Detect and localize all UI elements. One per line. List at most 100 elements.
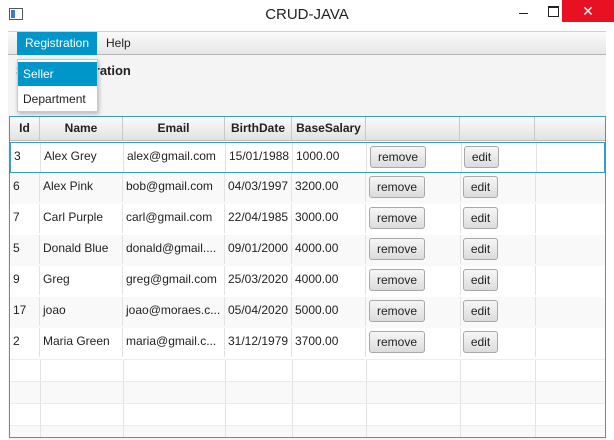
cell-basesalary: 5000.00 — [292, 297, 366, 326]
column-divider — [460, 173, 461, 202]
table-row[interactable]: 2 Maria Green maria@gmail.c... 31/12/1979 37… — [10, 328, 605, 359]
remove-button[interactable]: remove — [369, 176, 425, 198]
column-header-edit[interactable] — [460, 117, 535, 140]
edit-button[interactable]: edit — [464, 146, 499, 168]
cell-birthdate: 22/04/1985 — [225, 204, 292, 233]
cell-birthdate: 25/03/2020 — [225, 266, 292, 295]
remove-button[interactable]: remove — [369, 238, 425, 260]
cell-email: bob@gmail.com — [123, 173, 225, 202]
table-row[interactable]: 7 Carl Purple carl@gmail.com 22/04/1985 3000… — [10, 204, 605, 235]
column-header-name[interactable]: Name — [40, 117, 123, 140]
column-header-filler — [535, 117, 605, 140]
column-divider — [535, 173, 536, 202]
menu-item-seller[interactable]: Seller — [18, 62, 97, 86]
minimize-icon — [518, 13, 528, 15]
registration-dropdown: Seller Department — [17, 59, 98, 112]
close-icon: ✕ — [582, 3, 594, 19]
cell-name: joao — [40, 297, 123, 326]
column-divider — [225, 360, 226, 382]
column-divider — [460, 360, 461, 382]
column-divider — [535, 360, 536, 382]
cell-id: 7 — [10, 204, 40, 233]
column-header-email[interactable]: Email — [123, 117, 225, 140]
column-divider — [366, 404, 367, 426]
cell-name: Greg — [40, 266, 123, 295]
cell-basesalary: 1000.00 — [293, 143, 367, 172]
column-divider — [535, 328, 536, 357]
table-row[interactable]: 3 Alex Grey alex@gmail.com 15/01/1988 1000.0… — [10, 142, 605, 173]
column-divider — [460, 204, 461, 233]
column-divider — [535, 297, 536, 326]
edit-button[interactable]: edit — [463, 269, 498, 291]
cell-basesalary: 3700.00 — [292, 328, 366, 357]
column-header-birthdate[interactable]: BirthDate — [225, 117, 292, 140]
maximize-icon — [547, 6, 559, 18]
column-divider — [536, 143, 537, 172]
close-button[interactable]: ✕ — [562, 0, 614, 22]
column-header-basesalary[interactable]: BaseSalary — [292, 117, 366, 140]
remove-button[interactable]: remove — [370, 146, 426, 168]
remove-button[interactable]: remove — [369, 207, 425, 229]
cell-basesalary: 4000.00 — [292, 266, 366, 295]
cell-id: 5 — [10, 235, 40, 264]
column-divider — [535, 266, 536, 295]
cell-basesalary: 4000.00 — [292, 235, 366, 264]
menu-registration[interactable]: Registration — [17, 32, 97, 55]
cell-name: Donald Blue — [40, 235, 123, 264]
remove-button[interactable]: remove — [369, 331, 425, 353]
table-row[interactable]: 6 Alex Pink bob@gmail.com 04/03/1997 3200.00… — [10, 173, 605, 204]
cell-email: greg@gmail.com — [123, 266, 225, 295]
table-row[interactable]: 9 Greg greg@gmail.com 25/03/2020 4000.00 remo… — [10, 266, 605, 297]
remove-button[interactable]: remove — [369, 269, 425, 291]
column-header-remove[interactable] — [366, 117, 460, 140]
cell-birthdate: 31/12/1979 — [225, 328, 292, 357]
menu-help[interactable]: Help — [98, 32, 139, 55]
column-divider — [535, 426, 536, 437]
empty-table-row — [10, 425, 605, 437]
cell-birthdate: 09/01/2000 — [225, 235, 292, 264]
cell-email: maria@gmail.c... — [123, 328, 225, 357]
cell-email: alex@gmail.com — [124, 143, 226, 172]
edit-button[interactable]: edit — [463, 238, 498, 260]
column-divider — [292, 404, 293, 426]
column-divider — [40, 360, 41, 382]
edit-button[interactable]: edit — [463, 176, 498, 198]
edit-button[interactable]: edit — [463, 207, 498, 229]
column-divider — [123, 426, 124, 437]
cell-basesalary: 3000.00 — [292, 204, 366, 233]
seller-table[interactable]: Id Name Email BirthDate BaseSalary 3 Alex… — [9, 116, 606, 438]
remove-button[interactable]: remove — [369, 300, 425, 322]
table-row[interactable]: 17 joao joao@moraes.c... 05/04/2020 5000.00 r… — [10, 297, 605, 328]
column-divider — [225, 426, 226, 437]
column-divider — [292, 426, 293, 437]
column-divider — [123, 382, 124, 404]
cell-basesalary: 3200.00 — [292, 173, 366, 202]
column-divider — [535, 382, 536, 404]
cell-name: Alex Pink — [40, 173, 123, 202]
cell-email: donald@gmail.... — [123, 235, 225, 264]
table-row[interactable]: 5 Donald Blue donald@gmail.... 09/01/2000 40… — [10, 235, 605, 266]
cell-id: 9 — [10, 266, 40, 295]
title-bar: CRUD-JAVA ✕ — [0, 0, 614, 30]
column-divider — [366, 382, 367, 404]
cell-birthdate: 05/04/2020 — [225, 297, 292, 326]
column-divider — [535, 235, 536, 264]
column-divider — [40, 426, 41, 437]
column-divider — [460, 328, 461, 357]
column-divider — [460, 266, 461, 295]
column-divider — [366, 360, 367, 382]
edit-button[interactable]: edit — [463, 331, 498, 353]
menu-item-department[interactable]: Department — [18, 87, 97, 111]
column-divider — [40, 382, 41, 404]
column-divider — [460, 404, 461, 426]
cell-id: 17 — [10, 297, 40, 326]
cell-birthdate: 04/03/1997 — [225, 173, 292, 202]
cell-name: Alex Grey — [41, 143, 124, 172]
column-divider — [535, 204, 536, 233]
edit-button[interactable]: edit — [463, 300, 498, 322]
column-divider — [461, 143, 462, 172]
column-header-id[interactable]: Id — [10, 117, 40, 140]
column-divider — [292, 382, 293, 404]
cell-name: Carl Purple — [40, 204, 123, 233]
cell-email: joao@moraes.c... — [123, 297, 225, 326]
